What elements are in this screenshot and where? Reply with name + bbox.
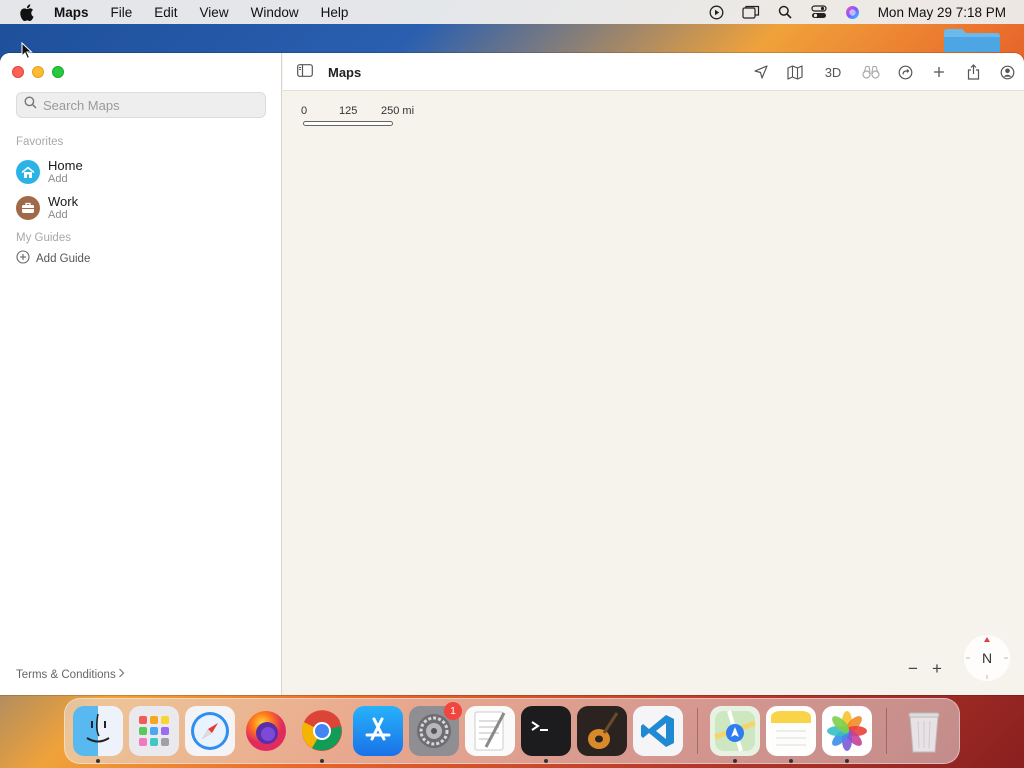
- siri-icon[interactable]: [836, 5, 870, 20]
- menu-edit[interactable]: Edit: [143, 5, 188, 20]
- compass[interactable]: N: [964, 635, 1010, 681]
- app-store-icon: [365, 717, 391, 741]
- spotlight-search-icon[interactable]: [768, 5, 802, 19]
- favorite-title: Work: [48, 194, 79, 209]
- menu-file[interactable]: File: [100, 5, 144, 20]
- firefox-icon: [246, 711, 286, 751]
- look-around-binoculars-icon[interactable]: [854, 58, 888, 86]
- notes-icon: [771, 711, 811, 751]
- briefcase-icon: [16, 196, 40, 220]
- chrome-icon: [302, 710, 342, 751]
- dock-separator: [886, 708, 887, 754]
- terminal-prompt-icon: [531, 721, 548, 731]
- window-title: Maps: [328, 65, 362, 80]
- favorite-home[interactable]: Home Add: [16, 157, 83, 187]
- mission-control-icon[interactable]: [734, 5, 768, 19]
- dock-system-preferences[interactable]: 1: [409, 702, 462, 756]
- compass-ring-icon: [966, 637, 1008, 679]
- window-controls: [12, 66, 64, 78]
- dock-maps[interactable]: [710, 706, 760, 763]
- my-guides-heading: My Guides: [16, 232, 71, 244]
- scale-label-0: 0: [301, 105, 308, 117]
- dock-textedit[interactable]: [465, 706, 515, 756]
- dock-finder[interactable]: [73, 706, 123, 763]
- zoom-out-button[interactable]: −: [901, 658, 925, 680]
- trash-icon: [908, 712, 940, 753]
- dock-garageband[interactable]: [577, 706, 627, 756]
- zoom-controls: − +: [901, 658, 949, 680]
- dock-firefox[interactable]: [241, 706, 291, 756]
- finder-face-icon: [86, 713, 110, 743]
- photos-flower-icon: [827, 711, 867, 751]
- dock-app-store[interactable]: [353, 706, 403, 756]
- chevron-right-icon: [118, 668, 125, 681]
- drive-icon[interactable]: [888, 58, 922, 86]
- sidebar: Favorites Home Add Work Add My Guides: [0, 53, 282, 695]
- favorite-work[interactable]: Work Add: [16, 193, 78, 223]
- menu-clock[interactable]: Mon May 29 7:18 PM: [878, 5, 1006, 20]
- dock-chrome[interactable]: [297, 706, 347, 763]
- zoom-button[interactable]: [52, 66, 64, 78]
- favorite-subtitle: Add: [48, 173, 68, 185]
- dock-safari[interactable]: [185, 706, 235, 756]
- favorites-heading: Favorites: [16, 136, 64, 148]
- map-mode-icon[interactable]: [778, 58, 812, 86]
- favorite-subtitle: Add: [48, 209, 68, 221]
- notification-badge: 1: [444, 702, 462, 720]
- menu-view[interactable]: View: [189, 5, 240, 20]
- add-icon[interactable]: [922, 58, 956, 86]
- menu-app-name[interactable]: Maps: [52, 5, 100, 20]
- menu-window[interactable]: Window: [240, 5, 310, 20]
- terms-link[interactable]: Terms & Conditions: [16, 668, 125, 681]
- close-button[interactable]: [12, 66, 24, 78]
- add-guide-label: Add Guide: [36, 252, 91, 265]
- toolbar: Maps 3D: [283, 53, 1024, 91]
- dock-terminal[interactable]: [521, 706, 571, 763]
- safari-compass-icon: [191, 712, 229, 750]
- dock-separator: [697, 708, 698, 754]
- scale-bar: [303, 121, 393, 126]
- add-guide-button[interactable]: Add Guide: [16, 250, 90, 267]
- dock-trash[interactable]: [899, 706, 949, 756]
- menu-bar: Maps File Edit View Window Help Mon May …: [0, 0, 1024, 24]
- menu-help[interactable]: Help: [310, 5, 360, 20]
- dock-launchpad[interactable]: [129, 706, 179, 756]
- share-icon[interactable]: [956, 58, 990, 86]
- dock-notes[interactable]: [766, 706, 816, 763]
- dock: 1: [64, 698, 960, 764]
- mouse-cursor-icon: [21, 41, 33, 65]
- zoom-in-button[interactable]: +: [925, 658, 949, 680]
- maps-window: Favorites Home Add Work Add My Guides: [0, 53, 1024, 695]
- account-icon[interactable]: [990, 58, 1024, 86]
- dock-vscode[interactable]: [633, 706, 683, 756]
- maps-app-icon: [714, 710, 756, 752]
- control-center-icon[interactable]: [802, 5, 836, 19]
- vscode-icon: [641, 715, 674, 747]
- desktop-folder-icon[interactable]: [942, 28, 1002, 52]
- search-field[interactable]: [16, 92, 266, 118]
- search-icon: [24, 96, 37, 114]
- map-canvas[interactable]: 0 125 250 mi − + N: [283, 91, 1024, 695]
- 3d-toggle-button[interactable]: 3D: [812, 58, 854, 86]
- launchpad-grid-icon: [139, 716, 169, 746]
- textedit-document-icon: [474, 711, 506, 751]
- house-icon: [16, 160, 40, 184]
- plus-circle-icon: [16, 250, 30, 267]
- scale-label-250: 250 mi: [381, 105, 415, 117]
- location-arrow-icon[interactable]: [744, 58, 778, 86]
- favorite-title: Home: [48, 158, 83, 173]
- screen-record-icon[interactable]: [700, 5, 734, 20]
- sidebar-toggle-icon[interactable]: [297, 64, 313, 82]
- apple-menu-icon[interactable]: [0, 3, 52, 21]
- guitar-icon: [588, 712, 619, 749]
- minimize-button[interactable]: [32, 66, 44, 78]
- terms-label: Terms & Conditions: [16, 668, 116, 681]
- dock-photos[interactable]: [822, 706, 872, 763]
- search-input[interactable]: [43, 97, 243, 113]
- scale-label-125: 125: [339, 105, 358, 117]
